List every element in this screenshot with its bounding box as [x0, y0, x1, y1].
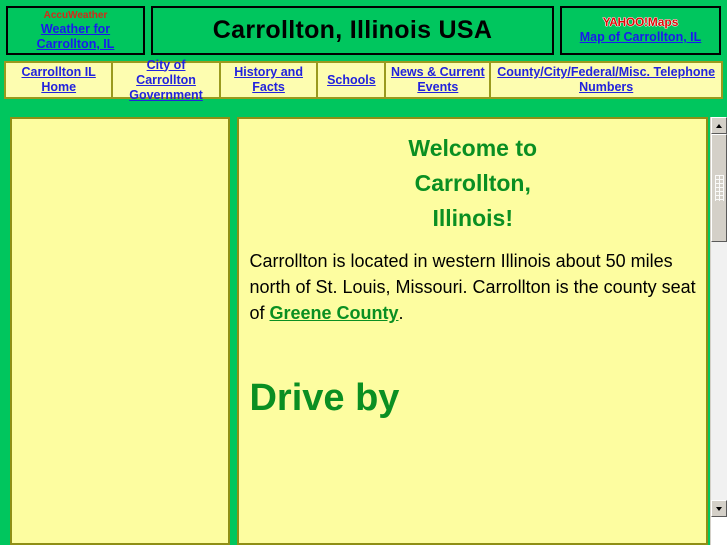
navigation-wrapper: Carrollton IL Home City of Carrollton Go…: [0, 55, 727, 102]
yahoo-maps-logo-icon: YAHOO!Maps: [603, 16, 679, 29]
accuweather-box[interactable]: AccuWeather Weather for Carrollton, IL: [6, 6, 145, 55]
yahoo-maps-box[interactable]: YAHOO!Maps Map of Carrollton, IL: [560, 6, 721, 55]
nav-link-telephone[interactable]: County/City/Federal/Misc. Telephone Numb…: [495, 65, 717, 95]
nav-link-government[interactable]: City of Carrollton Government: [117, 58, 214, 103]
header-banner-row: AccuWeather Weather for Carrollton, IL C…: [0, 0, 727, 55]
nav-item-schools[interactable]: Schools: [318, 63, 387, 97]
nav-link-history[interactable]: History and Facts: [225, 65, 313, 95]
scroll-up-button[interactable]: [711, 117, 727, 134]
scroll-up-arrow-icon: [716, 123, 722, 128]
nav-item-government[interactable]: City of Carrollton Government: [113, 58, 221, 102]
main-content-region: Welcome to Carrollton, Illinois! Carroll…: [0, 117, 727, 545]
scrollbar-thumb[interactable]: [711, 134, 727, 242]
scroll-down-button[interactable]: [711, 500, 727, 517]
nav-link-home[interactable]: Carrollton IL Home: [10, 65, 107, 95]
nav-link-schools[interactable]: Schools: [327, 73, 376, 88]
accuweather-provider-label: AccuWeather: [43, 10, 108, 21]
weather-for-carrollton-link[interactable]: Weather for Carrollton, IL: [8, 22, 143, 52]
scrollbar-bottom-spacer: [711, 517, 727, 545]
nav-link-news[interactable]: News & Current Events: [390, 65, 485, 95]
nav-item-news[interactable]: News & Current Events: [386, 63, 492, 97]
scroll-down-arrow-icon: [716, 506, 722, 511]
scrollbar-grip-icon: [714, 175, 724, 201]
welcome-panel: Welcome to Carrollton, Illinois! Carroll…: [237, 117, 708, 545]
nav-item-telephone[interactable]: County/City/Federal/Misc. Telephone Numb…: [491, 63, 721, 97]
greene-county-link[interactable]: Greene County: [269, 303, 398, 323]
page-title: Carrollton, Illinois USA: [212, 16, 493, 44]
navigation-bar: Carrollton IL Home City of Carrollton Go…: [4, 58, 723, 102]
drive-by-heading: Drive by: [249, 377, 400, 419]
left-content-panel: [10, 117, 231, 545]
site-title-box: Carrollton, Illinois USA: [151, 6, 554, 55]
map-of-carrollton-link[interactable]: Map of Carrollton, IL: [580, 29, 702, 45]
maps-wordmark: Maps: [647, 15, 679, 29]
yahoo-wordmark: YAHOO!: [602, 15, 648, 29]
vertical-scrollbar[interactable]: [710, 117, 727, 545]
nav-item-home[interactable]: Carrollton IL Home: [6, 63, 114, 97]
scrollbar-track[interactable]: [711, 134, 727, 500]
welcome-text-after-link: .: [398, 303, 404, 323]
welcome-paragraph: Carrollton is located in western Illinoi…: [249, 248, 696, 326]
content-panels: Welcome to Carrollton, Illinois! Carroll…: [0, 117, 710, 545]
nav-item-history[interactable]: History and Facts: [220, 63, 319, 97]
welcome-heading: Welcome to Carrollton, Illinois!: [408, 135, 538, 231]
